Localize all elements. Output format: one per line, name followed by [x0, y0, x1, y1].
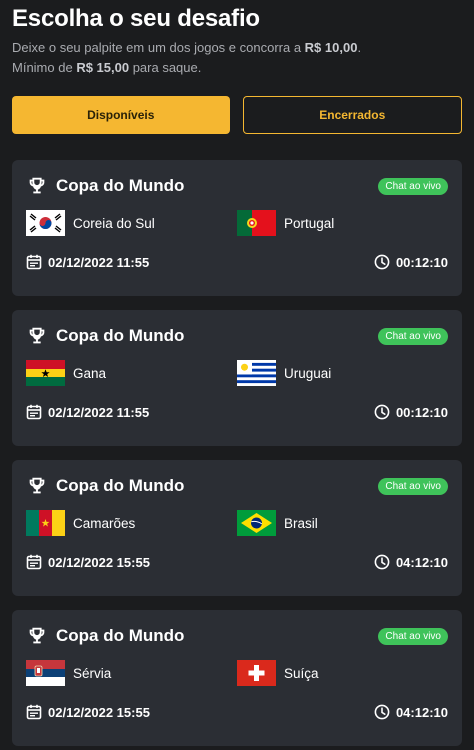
tab-disponiveis[interactable]: Disponíveis: [12, 96, 230, 134]
match-card[interactable]: Copa do Mundo Chat ao vivo Sérvia Suíça …: [12, 610, 462, 746]
live-chat-badge[interactable]: Chat ao vivo: [378, 177, 448, 195]
calendar-icon: [26, 254, 42, 270]
home-team: Sérvia: [26, 660, 111, 686]
trophy-icon: [26, 475, 48, 497]
countdown-time: 00:12:10: [395, 254, 448, 270]
uruguay-flag: [237, 360, 276, 386]
trophy-icon: [26, 625, 48, 647]
cameroon-flag: [26, 510, 65, 536]
subtitle-text: .: [357, 40, 362, 55]
home-team-name: Sérvia: [73, 665, 112, 681]
match-card[interactable]: Copa do Mundo Chat ao vivo Coreia do Sul…: [12, 160, 462, 296]
calendar-icon: [26, 404, 42, 420]
match-date: 02/12/2022 15:55: [48, 554, 150, 570]
clock-icon: [374, 254, 390, 270]
card-header: Copa do Mundo Chat ao vivo: [26, 624, 448, 648]
match-date: 02/12/2022 11:55: [48, 404, 150, 420]
countdown: 04:12:10: [374, 554, 448, 570]
countdown-time: 04:12:10: [395, 554, 448, 570]
competition-title: Copa do Mundo: [56, 326, 185, 345]
home-team-name: Camarões: [73, 515, 136, 531]
competition-title: Copa do Mundo: [56, 176, 185, 195]
subtitle-text: Deixe o seu palpite em um dos jogos e co…: [12, 40, 305, 55]
clock-icon: [374, 704, 390, 720]
trophy-icon: [26, 325, 48, 347]
clock-icon: [374, 404, 390, 420]
subtitle-text: para saque.: [129, 60, 202, 75]
tab-encerrados[interactable]: Encerrados: [242, 96, 462, 134]
brazil-flag: [237, 510, 276, 536]
clock-icon: [374, 554, 390, 570]
page-title: Escolha o seu desafio: [12, 5, 260, 32]
tab-bar: Disponíveis Encerrados: [12, 96, 462, 134]
live-chat-badge[interactable]: Chat ao vivo: [378, 477, 448, 495]
countdown-time: 00:12:10: [395, 404, 448, 420]
card-footer: 02/12/2022 15:55 04:12:10: [26, 702, 448, 722]
match-card[interactable]: Copa do Mundo Chat ao vivo Camarões Bras…: [12, 460, 462, 596]
switzerland-flag: [237, 660, 276, 686]
trophy-icon: [26, 175, 48, 197]
calendar-icon: [26, 704, 42, 720]
countdown-time: 04:12:10: [395, 704, 448, 720]
countdown: 04:12:10: [374, 704, 448, 720]
away-team: Portugal: [237, 210, 334, 236]
countdown: 00:12:10: [374, 254, 448, 270]
card-footer: 02/12/2022 15:55 04:12:10: [26, 552, 448, 572]
live-chat-badge[interactable]: Chat ao vivo: [378, 327, 448, 345]
prize-amount: R$ 10,00: [304, 40, 358, 55]
away-team-name: Suíça: [284, 665, 319, 681]
ghana-flag: [26, 360, 65, 386]
home-team-name: Gana: [73, 365, 107, 381]
home-team: Coreia do Sul: [26, 210, 155, 236]
live-chat-badge[interactable]: Chat ao vivo: [378, 627, 448, 645]
card-header: Copa do Mundo Chat ao vivo: [26, 324, 448, 348]
competition-title: Copa do Mundo: [56, 476, 185, 495]
card-footer: 02/12/2022 11:55 00:12:10: [26, 402, 448, 422]
away-team: Brasil: [237, 510, 318, 536]
competition-title: Copa do Mundo: [56, 626, 185, 645]
match-date: 02/12/2022 15:55: [48, 704, 150, 720]
calendar-icon: [26, 554, 42, 570]
away-team-name: Brasil: [284, 515, 318, 531]
subtitle-text: Mínimo de: [12, 60, 77, 75]
away-team: Suíça: [237, 660, 319, 686]
away-team: Uruguai: [237, 360, 331, 386]
page-header: Escolha o seu desafio Deixe o seu palpit…: [12, 4, 462, 78]
home-team: Gana: [26, 360, 106, 386]
card-footer: 02/12/2022 11:55 00:12:10: [26, 252, 448, 272]
match-date: 02/12/2022 11:55: [48, 254, 150, 270]
subtitle: Deixe o seu palpite em um dos jogos e co…: [12, 38, 462, 78]
home-team-name: Coreia do Sul: [73, 215, 155, 231]
serbia-flag: [26, 660, 65, 686]
card-header: Copa do Mundo Chat ao vivo: [26, 174, 448, 198]
away-team-name: Uruguai: [284, 365, 332, 381]
countdown: 00:12:10: [374, 404, 448, 420]
away-team-name: Portugal: [284, 215, 335, 231]
match-card[interactable]: Copa do Mundo Chat ao vivo Gana Uruguai …: [12, 310, 462, 446]
portugal-flag: [237, 210, 276, 236]
home-team: Camarões: [26, 510, 135, 536]
minimum-withdraw-amount: R$ 15,00: [76, 60, 130, 75]
south-korea-flag: [26, 210, 65, 236]
card-header: Copa do Mundo Chat ao vivo: [26, 474, 448, 498]
